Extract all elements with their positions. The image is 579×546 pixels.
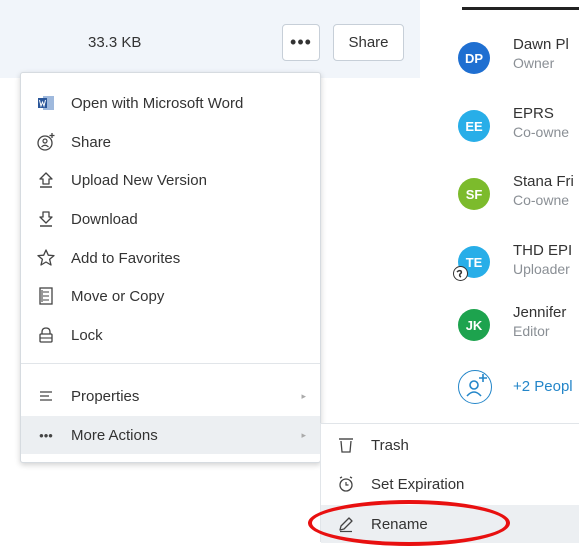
- download-icon: [35, 208, 57, 230]
- submenu-item-trash[interactable]: Trash: [321, 426, 579, 464]
- add-people-label: +2 Peopl: [513, 378, 573, 395]
- move-copy-icon: [35, 285, 57, 307]
- submenu-item-rename[interactable]: Rename: [321, 505, 579, 543]
- avatar: SF: [458, 178, 490, 210]
- menu-item-lock[interactable]: Lock: [21, 316, 320, 354]
- menu-item-add-to-favorites[interactable]: Add to Favorites: [21, 239, 320, 277]
- more-actions-submenu: Trash Set Expiration Rename: [320, 423, 579, 543]
- menu-item-more-actions[interactable]: ••• More Actions ▸: [21, 416, 320, 454]
- collaborator-name: Stana Fri: [513, 173, 574, 190]
- collaborator-item[interactable]: DP Dawn Pl Owner: [458, 36, 579, 84]
- context-menu: Open with Microsoft Word Share Upload Ne…: [20, 72, 321, 463]
- collaborator-name: EPRS: [513, 105, 554, 122]
- share-icon: [35, 131, 57, 153]
- share-button[interactable]: Share: [333, 24, 404, 61]
- file-size: 33.3 KB: [88, 34, 142, 51]
- menu-item-move-or-copy[interactable]: Move or Copy: [21, 277, 320, 315]
- collaborator-item[interactable]: TE THD EPI Uploader: [453, 242, 579, 290]
- avatar: EE: [458, 110, 490, 142]
- collaborator-role: Co-owne: [513, 124, 570, 140]
- more-dots-icon: •••: [39, 427, 53, 443]
- menu-item-properties[interactable]: Properties ▸: [21, 377, 320, 415]
- collaborator-role: Co-owne: [513, 192, 570, 208]
- collaborator-role: Editor: [513, 323, 550, 339]
- avatar: JK: [458, 309, 490, 341]
- add-person-icon: [458, 370, 492, 404]
- collaborator-item[interactable]: JK Jennifer Editor: [458, 304, 579, 352]
- menu-item-open-with-word[interactable]: Open with Microsoft Word: [21, 84, 320, 122]
- submenu-arrow-icon: ▸: [301, 390, 306, 401]
- menu-item-download[interactable]: Download: [21, 200, 320, 238]
- word-icon: [35, 92, 57, 114]
- collaborator-item[interactable]: EE EPRS Co-owne: [458, 105, 579, 153]
- menu-item-upload-new-version[interactable]: Upload New Version: [21, 161, 320, 199]
- pencil-icon: [335, 513, 357, 535]
- lock-icon: [35, 324, 57, 346]
- collaborator-name: Dawn Pl: [513, 36, 569, 53]
- trash-icon: [335, 434, 357, 456]
- star-icon: [35, 247, 57, 269]
- menu-item-share[interactable]: Share: [21, 123, 320, 161]
- active-tab-underline: [462, 7, 579, 10]
- collaborator-item[interactable]: SF Stana Fri Co-owne: [458, 173, 579, 221]
- submenu-item-set-expiration[interactable]: Set Expiration: [321, 465, 579, 503]
- clock-icon: [335, 473, 357, 495]
- globe-icon: [453, 266, 468, 281]
- menu-divider: [21, 363, 320, 364]
- more-options-button[interactable]: •••: [282, 24, 320, 61]
- add-people-button[interactable]: +2 Peopl: [458, 370, 579, 410]
- collaborator-name: THD EPI: [513, 242, 573, 259]
- collaborator-role: Uploader: [513, 261, 570, 277]
- avatar: DP: [458, 42, 490, 74]
- collaborator-role: Owner: [513, 55, 555, 71]
- collaborator-name: Jennifer: [513, 304, 567, 321]
- file-row: 33.3 KB ••• Share: [0, 0, 420, 78]
- properties-icon: [35, 385, 57, 407]
- upload-icon: [35, 169, 57, 191]
- submenu-arrow-icon: ▸: [301, 429, 306, 440]
